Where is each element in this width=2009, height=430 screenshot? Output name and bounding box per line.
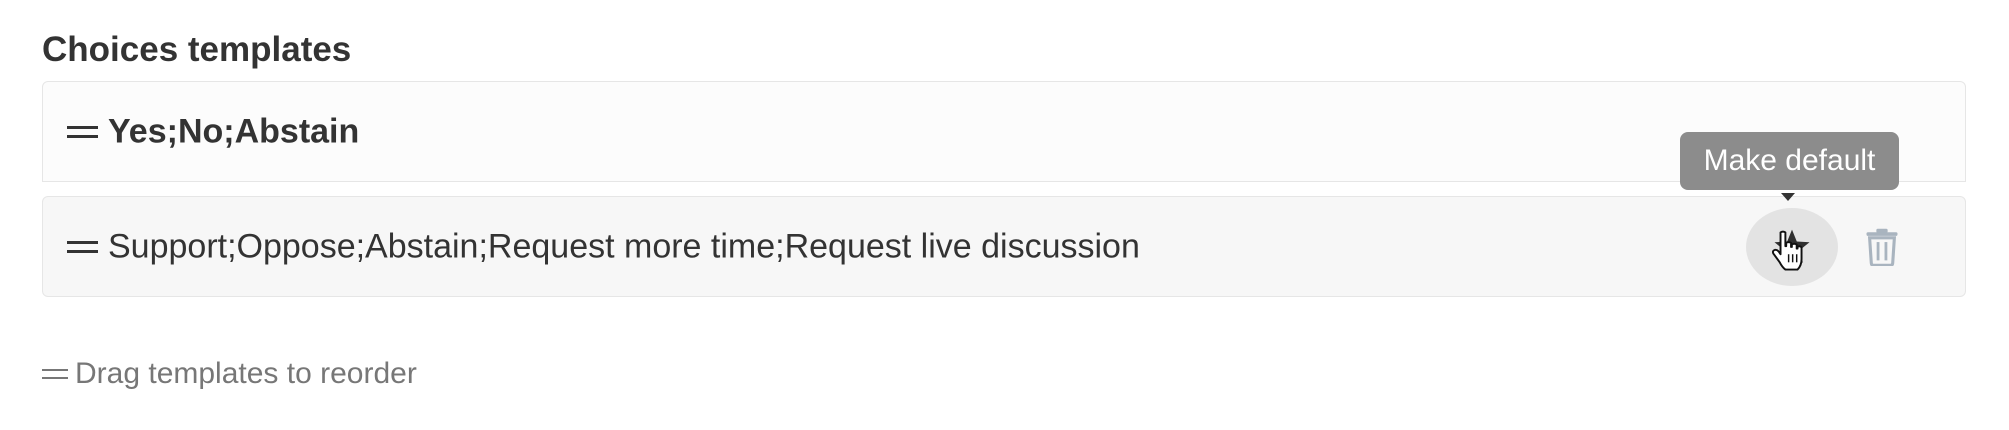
star-icon xyxy=(1774,229,1810,263)
drag-handle-icon[interactable] xyxy=(67,125,98,138)
template-row[interactable]: Support;Oppose;Abstain;Request more time… xyxy=(42,196,1966,297)
tooltip-arrow xyxy=(1781,193,1795,201)
drag-handle-icon xyxy=(42,369,68,379)
delete-template-button[interactable] xyxy=(1861,224,1903,270)
section-title: Choices templates xyxy=(42,30,352,69)
template-label: Yes;No;Abstain xyxy=(108,112,360,150)
reorder-hint-text: Drag templates to reorder xyxy=(75,357,417,390)
templates-list: Yes;No;Abstain Support;Oppose;Abstain;Re… xyxy=(42,81,1966,297)
trash-icon xyxy=(1866,228,1898,266)
make-default-button[interactable] xyxy=(1746,207,1838,286)
template-label: Support;Oppose;Abstain;Request more time… xyxy=(108,227,1140,265)
reorder-hint: Drag templates to reorder xyxy=(42,357,417,391)
template-row-default[interactable]: Yes;No;Abstain xyxy=(42,81,1966,182)
make-default-tooltip: Make default xyxy=(1680,132,1899,190)
drag-handle-icon[interactable] xyxy=(67,240,98,253)
